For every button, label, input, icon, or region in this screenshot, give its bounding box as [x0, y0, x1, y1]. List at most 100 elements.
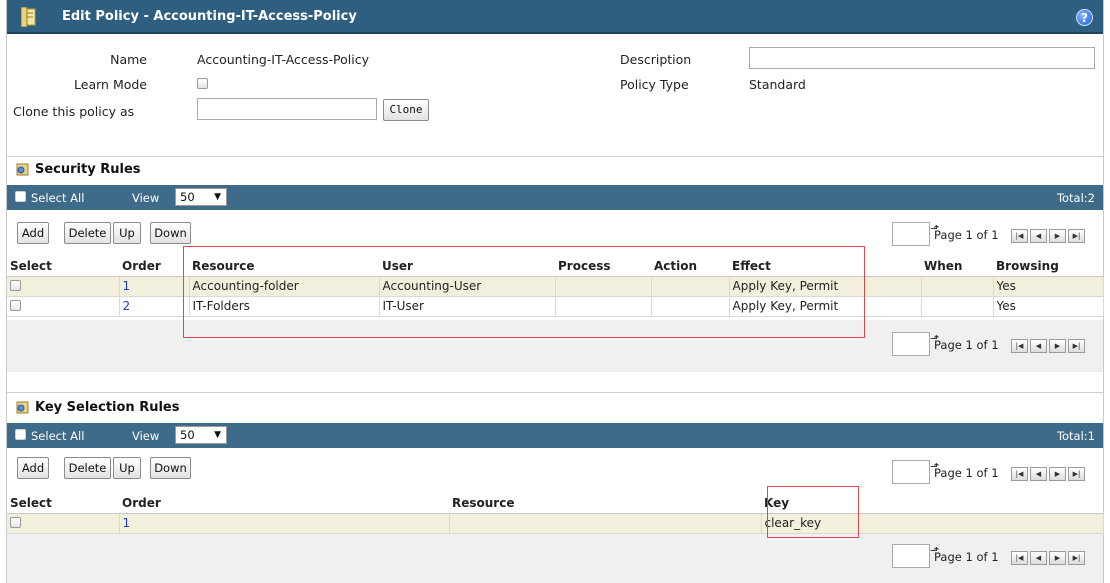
col-process[interactable]: Process: [555, 257, 651, 277]
browsing-cell: Yes: [993, 276, 1104, 297]
prev-page-icon[interactable]: ◀: [1030, 229, 1047, 243]
page-number-input[interactable]: [892, 222, 930, 246]
prev-page-icon[interactable]: ◀: [1030, 551, 1047, 565]
description-input[interactable]: [749, 47, 1095, 69]
add-rule-button[interactable]: Add: [17, 222, 49, 244]
col-order[interactable]: Order: [119, 494, 449, 514]
last-page-icon[interactable]: ▶|: [1068, 229, 1085, 243]
view-count-value: 50: [180, 190, 195, 204]
divider: [7, 156, 1103, 157]
security-rules-header: Security Rules: [7, 159, 1103, 181]
row-select-cell: [7, 296, 120, 317]
security-rules-table: Select Order Resource User Process Actio…: [7, 257, 1104, 317]
table-header-row: Select Order Resource User Process Actio…: [7, 257, 1103, 277]
page-number-input[interactable]: [892, 544, 930, 568]
process-cell: [555, 276, 652, 297]
pager-nav: |◀ ◀ ▶ ▶|: [1011, 551, 1089, 565]
first-page-icon[interactable]: |◀: [1011, 551, 1028, 565]
action-cell: [651, 276, 730, 297]
col-resource[interactable]: Resource: [189, 257, 379, 277]
col-action[interactable]: Action: [651, 257, 729, 277]
clone-button[interactable]: Clone: [383, 99, 429, 121]
move-down-button[interactable]: Down: [150, 457, 191, 479]
next-page-icon[interactable]: ▶: [1049, 229, 1066, 243]
table-row[interactable]: 1 Accounting-folder Accounting-User Appl…: [7, 276, 1104, 297]
help-icon[interactable]: ?: [1076, 9, 1093, 26]
next-page-icon[interactable]: ▶: [1049, 339, 1066, 353]
action-cell: [651, 296, 730, 317]
row-checkbox[interactable]: [10, 280, 21, 291]
user-cell: IT-User: [379, 296, 556, 317]
when-cell: [921, 276, 994, 297]
page-title: Edit Policy - Accounting-IT-Access-Polic…: [62, 9, 357, 24]
prev-page-icon[interactable]: ◀: [1030, 339, 1047, 353]
select-all-checkbox[interactable]: [15, 191, 26, 202]
col-user[interactable]: User: [379, 257, 555, 277]
divider: [7, 392, 1103, 393]
first-page-icon[interactable]: |◀: [1011, 229, 1028, 243]
clone-label: Clone this policy as: [13, 104, 135, 119]
row-select-cell: [7, 513, 120, 534]
dropdown-arrow-icon: ▼: [214, 430, 221, 440]
order-link[interactable]: 1: [119, 276, 190, 297]
col-browsing[interactable]: Browsing: [993, 257, 1103, 277]
page-number-input[interactable]: [892, 460, 930, 484]
select-all-label: Select All: [31, 191, 85, 205]
process-cell: [555, 296, 652, 317]
last-page-icon[interactable]: ▶|: [1068, 467, 1085, 481]
delete-rule-button[interactable]: Delete: [64, 457, 111, 479]
rules-icon: [16, 163, 29, 176]
col-resource[interactable]: Resource: [449, 494, 761, 514]
total-count: Total:2: [1056, 191, 1095, 205]
row-checkbox[interactable]: [10, 517, 21, 528]
resource-cell: IT-Folders: [189, 296, 380, 317]
learn-mode-label: Learn Mode: [74, 77, 147, 92]
row-checkbox[interactable]: [10, 300, 21, 311]
key-rules-header: Key Selection Rules: [7, 397, 1103, 419]
move-down-button[interactable]: Down: [150, 222, 191, 244]
table-row[interactable]: 2 IT-Folders IT-User Apply Key, Permit Y…: [7, 296, 1104, 317]
last-page-icon[interactable]: ▶|: [1068, 551, 1085, 565]
last-page-icon[interactable]: ▶|: [1068, 339, 1085, 353]
row-select-cell: [7, 276, 120, 297]
policy-editor-panel: Edit Policy - Accounting-IT-Access-Polic…: [6, 0, 1104, 583]
col-select[interactable]: Select: [7, 257, 119, 277]
view-label: View: [132, 191, 160, 205]
next-page-icon[interactable]: ▶: [1049, 467, 1066, 481]
view-count-select[interactable]: 50 ▼: [175, 426, 227, 444]
select-all-checkbox[interactable]: [15, 429, 26, 440]
page-indicator: Page 1 of 1: [934, 228, 999, 242]
next-page-icon[interactable]: ▶: [1049, 551, 1066, 565]
clone-name-input[interactable]: [197, 98, 377, 120]
move-up-button[interactable]: Up: [113, 222, 141, 244]
learn-mode-checkbox[interactable]: [197, 78, 208, 89]
order-link[interactable]: 1: [119, 513, 450, 534]
delete-rule-button[interactable]: Delete: [64, 222, 111, 244]
order-link[interactable]: 2: [119, 296, 190, 317]
effect-cell: Apply Key, Permit: [729, 296, 922, 317]
pager-nav: |◀ ◀ ▶ ▶|: [1011, 467, 1089, 481]
pager-top: ⬏ Page 1 of 1 |◀ ◀ ▶ ▶|: [892, 460, 1097, 484]
policy-type-label: Policy Type: [620, 77, 689, 92]
col-key[interactable]: Key: [761, 494, 1103, 514]
col-effect[interactable]: Effect: [729, 257, 921, 277]
table-header-row: Select Order Resource Key: [7, 494, 1103, 514]
security-rules-toolbar: Select All View 50 ▼ Total:2: [7, 185, 1103, 210]
pager-bottom: ⬏ Page 1 of 1 |◀ ◀ ▶ ▶|: [892, 332, 1097, 356]
col-select[interactable]: Select: [7, 494, 119, 514]
browsing-cell: Yes: [993, 296, 1104, 317]
move-up-button[interactable]: Up: [113, 457, 141, 479]
page-indicator: Page 1 of 1: [934, 550, 999, 564]
table-row[interactable]: 1 clear_key: [7, 513, 1104, 534]
view-count-select[interactable]: 50 ▼: [175, 188, 227, 206]
col-when[interactable]: When: [921, 257, 993, 277]
policy-type-value: Standard: [749, 77, 806, 92]
description-label: Description: [620, 52, 692, 67]
col-order[interactable]: Order: [119, 257, 189, 277]
first-page-icon[interactable]: |◀: [1011, 339, 1028, 353]
add-rule-button[interactable]: Add: [17, 457, 49, 479]
prev-page-icon[interactable]: ◀: [1030, 467, 1047, 481]
page-number-input[interactable]: [892, 332, 930, 356]
dropdown-arrow-icon: ▼: [214, 192, 221, 202]
first-page-icon[interactable]: |◀: [1011, 467, 1028, 481]
